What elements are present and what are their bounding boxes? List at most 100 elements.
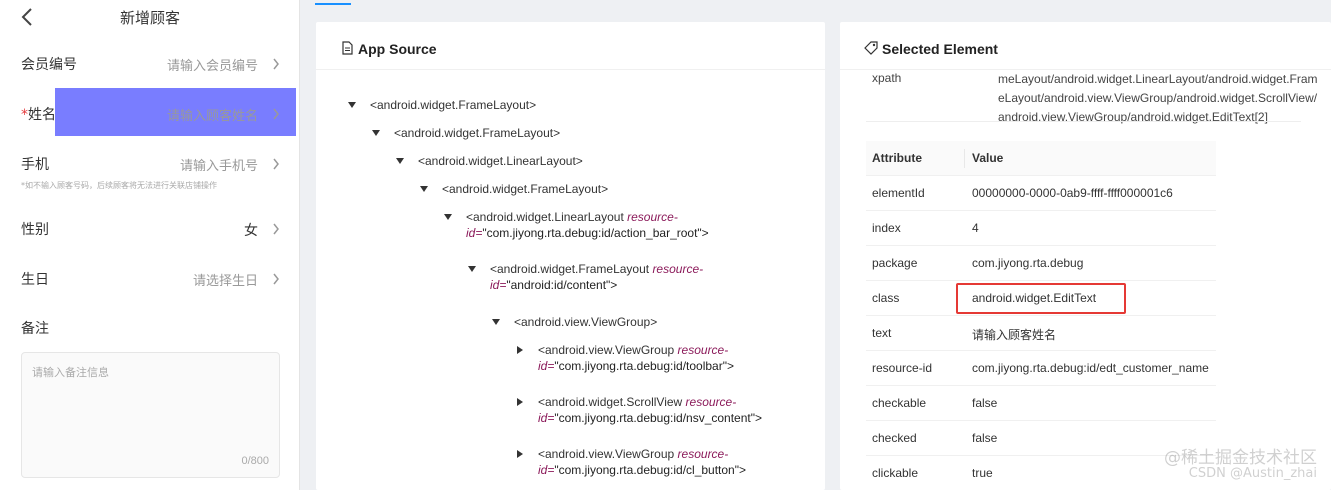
node-tag: <android.widget.ScrollView (538, 395, 683, 409)
note-char-count: 0/800 (241, 455, 269, 467)
node-tag: <android.widget.FrameLayout (490, 262, 650, 276)
appium-inspector-window: 新增顾客 会员编号 请输入会员编号 *姓名 请输入顾客姓名 手机 请输入手机号 … (0, 0, 1331, 490)
attribute-key: text (872, 326, 892, 340)
app-source-title: App Source (358, 41, 437, 57)
phone-title: 新增顾客 (119, 9, 180, 27)
caret-down-icon[interactable] (372, 129, 380, 137)
node-tag: <android.view.ViewGroup> (514, 315, 658, 329)
attribute-key: checked (872, 431, 917, 445)
node-attr-value: "com.jiyong.rta.debug:id/cl_button"> (554, 463, 746, 477)
name-label-text: 姓名 (28, 107, 56, 123)
table-row: package com.jiyong.rta.debug (866, 246, 1216, 281)
tag-icon (864, 41, 878, 55)
attribute-value: 4 (972, 221, 979, 235)
gender-value[interactable]: 女 (244, 220, 258, 240)
selected-element-body[interactable]: xpath meLayout/android.widget.LinearLayo… (840, 70, 1331, 490)
tree-node[interactable]: <android.widget.FrameLayout> (420, 181, 608, 197)
node-tag: <android.widget.FrameLayout> (370, 98, 537, 112)
phone-number-input[interactable]: 请输入手机号 (180, 155, 258, 174)
caret-down-icon[interactable] (444, 213, 452, 221)
attribute-value: false (972, 396, 998, 410)
attribute-key: package (872, 256, 918, 270)
caret-right-icon[interactable] (516, 398, 524, 406)
table-row: index 4 (866, 211, 1216, 246)
tree-node[interactable]: <android.widget.FrameLayout resource- id… (468, 261, 704, 293)
app-source-header: App Source (316, 22, 825, 70)
table-row: checkable false (866, 386, 1216, 421)
caret-down-icon[interactable] (492, 318, 500, 326)
note-placeholder: 请输入备注信息 (32, 366, 109, 379)
app-source-panel: App Source <android.widget.FrameLayout> … (316, 22, 825, 490)
attribute-value: false (972, 431, 998, 445)
note-label: 备注 (21, 321, 49, 337)
attribute-key: checkable (872, 396, 927, 410)
selected-element-panel: Selected Element xpath meLayout/android.… (840, 22, 1331, 490)
active-tab-indicator (315, 3, 351, 5)
xpath-row: xpath meLayout/android.widget.LinearLayo… (866, 70, 1318, 124)
caret-down-icon[interactable] (468, 265, 476, 273)
gender-row[interactable]: 性别 女 (0, 203, 299, 253)
attribute-value: 请输入顾客姓名 (972, 328, 1057, 342)
attribute-key: resource-id (872, 361, 933, 375)
name-row[interactable]: *姓名 请输入顾客姓名 (0, 88, 299, 138)
attribute-value: true (972, 466, 993, 480)
caret-down-icon[interactable] (420, 185, 428, 193)
chevron-right-icon (273, 158, 279, 170)
tree-node[interactable]: <android.widget.LinearLayout resource- i… (444, 209, 709, 241)
phone-number-label: 手机 (21, 157, 49, 173)
node-attr: resource- (652, 262, 704, 276)
phone-toolbar: 新增顾客 (0, 0, 299, 34)
node-attr-value: "com.jiyong.rta.debug:id/action_bar_root… (482, 226, 709, 240)
node-attr: id= (490, 278, 507, 292)
table-row: elementId 00000000-0000-0ab9-ffff-ffff000… (866, 176, 1216, 211)
node-attr-value: "android:id/content"> (506, 278, 618, 292)
value-header: Value (972, 151, 1004, 165)
device-screenshot[interactable]: 新增顾客 会员编号 请输入会员编号 *姓名 请输入顾客姓名 手机 请输入手机号 … (0, 0, 300, 490)
selected-element-header: Selected Element (840, 22, 1331, 70)
node-attr-value: "com.jiyong.rta.debug:id/toolbar"> (554, 359, 734, 373)
caret-down-icon[interactable] (396, 157, 404, 165)
node-tag: <android.widget.LinearLayout> (418, 154, 583, 168)
attribute-value: 00000000-0000-0ab9-ffff-ffff000001c6 (972, 186, 1173, 200)
birthday-row[interactable]: 生日 请选择生日 (0, 253, 299, 303)
attribute-header: Attribute (872, 151, 922, 165)
tree-node[interactable]: <android.view.ViewGroup resource- id="co… (517, 446, 746, 478)
attribute-key: elementId (872, 186, 925, 200)
node-attr: id= (538, 359, 555, 373)
attribute-key: index (872, 221, 901, 235)
node-tag: <android.view.ViewGroup (538, 343, 675, 357)
birthday-picker[interactable]: 请选择生日 (193, 270, 258, 289)
tree-node[interactable]: <android.view.ViewGroup> (492, 314, 658, 330)
name-label: *姓名 (21, 104, 56, 124)
chevron-right-icon (273, 108, 279, 120)
caret-down-icon[interactable] (348, 101, 356, 109)
tree-node[interactable]: <android.widget.FrameLayout> (348, 97, 537, 113)
caret-right-icon[interactable] (516, 450, 524, 458)
node-attr: resource- (677, 343, 729, 357)
node-attr: resource- (685, 395, 737, 409)
caret-right-icon[interactable] (516, 346, 524, 354)
tree-node[interactable]: <android.widget.ScrollView resource- id=… (517, 394, 763, 426)
attribute-value: com.jiyong.rta.debug:id/edt_customer_nam… (972, 361, 1209, 375)
customer-name-input[interactable]: 请输入顾客姓名 (167, 105, 258, 124)
divider (866, 121, 1301, 122)
node-attr: resource- (627, 210, 678, 224)
birthday-label: 生日 (21, 272, 49, 288)
attribute-key: class (872, 291, 900, 305)
member-number-row[interactable]: 会员编号 请输入会员编号 (0, 38, 299, 88)
class-value-highlight-box (956, 283, 1126, 314)
required-mark: * (21, 107, 28, 123)
node-attr: resource- (677, 447, 729, 461)
note-textarea[interactable]: 请输入备注信息 0/800 (21, 352, 280, 478)
table-row: resource-id com.jiyong.rta.debug:id/edt_c… (866, 351, 1216, 386)
member-number-input[interactable]: 请输入会员编号 (167, 55, 258, 74)
tree-node[interactable]: <android.view.ViewGroup resource- id="co… (517, 342, 734, 374)
node-attr-value: "com.jiyong.rta.debug:id/nsv_content"> (554, 411, 763, 425)
tree-node[interactable]: <android.widget.FrameLayout> (372, 125, 560, 141)
node-attr: id= (466, 226, 483, 240)
xpath-label: xpath (872, 71, 902, 85)
node-tag: <android.widget.LinearLayout (466, 210, 624, 224)
tree-node[interactable]: <android.widget.LinearLayout> (396, 153, 583, 169)
chevron-right-icon (273, 223, 279, 235)
node-attr: id= (538, 463, 555, 477)
